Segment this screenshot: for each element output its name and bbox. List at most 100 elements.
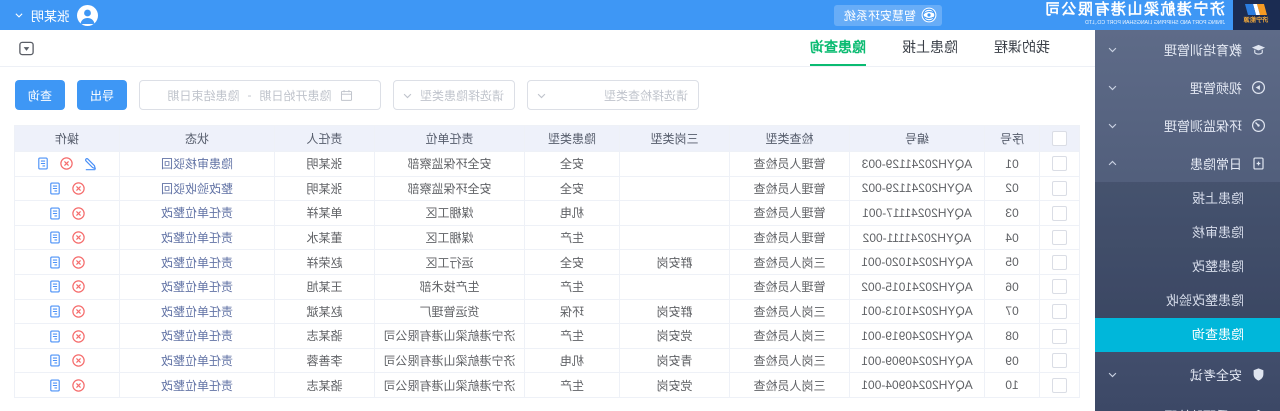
sidebar-item-5[interactable]: 双重预防管理 bbox=[1095, 396, 1280, 411]
detail-icon[interactable] bbox=[48, 329, 62, 344]
detail-icon[interactable] bbox=[48, 181, 62, 196]
row-checkbox[interactable] bbox=[1052, 156, 1067, 171]
topbar-main: 济宁港航梁山港有限公司 JINING PORT AND SHIPPING LIA… bbox=[0, 0, 1233, 30]
sidebar-item-4[interactable]: 安全考试 bbox=[1095, 352, 1280, 396]
unit-cell: 运行工区 bbox=[375, 250, 525, 275]
check-type-cell: 三岗人员检查 bbox=[730, 299, 850, 324]
sidebar-subitem-3-4[interactable]: 隐患查询 bbox=[1095, 318, 1280, 352]
user-menu[interactable]: 张某明 bbox=[14, 5, 98, 26]
column-header: 三岗类型 bbox=[620, 126, 730, 152]
delete-icon[interactable] bbox=[71, 181, 86, 196]
code-cell: AQYH20241015-002 bbox=[850, 274, 985, 299]
sidebar-item-label: 双重预防管理 bbox=[1127, 406, 1242, 411]
detail-icon[interactable] bbox=[48, 206, 62, 221]
check-type-cell: 管理人员检查 bbox=[730, 225, 850, 250]
delete-icon[interactable] bbox=[71, 304, 86, 319]
row-checkbox[interactable] bbox=[1052, 230, 1067, 245]
check-type-placeholder: 请选择检查类型 bbox=[604, 87, 688, 104]
row-checkbox[interactable] bbox=[1052, 329, 1067, 344]
main-content: 我的课程隐患上报隐患查询 请选择检查类型 请选择隐患类型 bbox=[0, 30, 1095, 411]
detail-icon[interactable] bbox=[36, 156, 50, 171]
shield-icon bbox=[1251, 367, 1266, 382]
hazard-type-placeholder: 请选择隐患类型 bbox=[420, 87, 504, 104]
detail-icon[interactable] bbox=[48, 255, 62, 270]
hazard-type-cell: 生产 bbox=[525, 274, 620, 299]
chevron-down-icon bbox=[1107, 82, 1118, 93]
topbar: 济宁能源 济宁港航梁山港有限公司 JINING PORT AND SHIPPIN… bbox=[0, 0, 1280, 30]
edit-icon[interactable] bbox=[83, 156, 98, 171]
sidebar-item-3[interactable]: 日常隐患 bbox=[1095, 144, 1280, 182]
detail-icon[interactable] bbox=[48, 304, 62, 319]
ops-cell bbox=[15, 324, 120, 349]
delete-icon[interactable] bbox=[71, 279, 86, 294]
ops-cell bbox=[15, 225, 120, 250]
row-checkbox[interactable] bbox=[1052, 304, 1067, 319]
table-row-1: 02AQYH20241129-002管理人员检查安全安全环保监察部张某明整改验收… bbox=[15, 176, 1080, 201]
sidebar-subitem-3-1[interactable]: 隐患审核 bbox=[1095, 216, 1280, 250]
row-checkbox-cell bbox=[1040, 348, 1080, 373]
play-circle-icon bbox=[1251, 80, 1266, 95]
delete-icon[interactable] bbox=[71, 255, 86, 270]
sidebar-item-2[interactable]: 环保监测管理 bbox=[1095, 106, 1280, 144]
delete-icon[interactable] bbox=[71, 206, 86, 221]
search-button[interactable]: 查询 bbox=[15, 80, 65, 110]
sidebar-subitem-3-2[interactable]: 隐患整改 bbox=[1095, 250, 1280, 284]
row-checkbox[interactable] bbox=[1052, 279, 1067, 294]
detail-icon[interactable] bbox=[48, 353, 62, 368]
post-type-cell bbox=[620, 201, 730, 226]
tab-1[interactable]: 隐患上报 bbox=[902, 30, 958, 66]
code-cell: AQYH20240909-001 bbox=[850, 348, 985, 373]
detail-icon[interactable] bbox=[48, 378, 62, 393]
sidebar-item-1[interactable]: 视频管理 bbox=[1095, 68, 1280, 106]
sidebar-subitem-3-0[interactable]: 隐患上报 bbox=[1095, 182, 1280, 216]
row-checkbox[interactable] bbox=[1052, 378, 1067, 393]
sidebar-nav: 教育培训管理视频管理环保监测管理日常隐患隐患上报隐患审核隐患整改隐患整改验收隐患… bbox=[1095, 30, 1280, 411]
sidebar-item-label: 环保监测管理 bbox=[1127, 116, 1242, 135]
logo-text: 济宁能源 bbox=[1244, 18, 1269, 24]
row-checkbox[interactable] bbox=[1052, 206, 1067, 221]
chevron-down-icon bbox=[1107, 44, 1118, 55]
delete-icon[interactable] bbox=[71, 353, 86, 368]
date-range-input[interactable]: 隐患开始日期 - 隐患结束日期 bbox=[139, 80, 381, 110]
table-row-0: 01AQYH20241129-003管理人员检查安全安全环保监察部张某明隐患审核… bbox=[15, 152, 1080, 177]
column-header: 检查类型 bbox=[730, 126, 850, 152]
detail-icon[interactable] bbox=[48, 279, 62, 294]
row-checkbox-cell bbox=[1040, 373, 1080, 398]
seq-cell: 08 bbox=[985, 324, 1040, 349]
table-row-2: 03AQYH20241117-001管理人员检查机电煤棚工区单某祥责任单位整改 bbox=[15, 201, 1080, 226]
row-checkbox[interactable] bbox=[1052, 353, 1067, 368]
sidebar-subitem-3-3[interactable]: 隐患整改验收 bbox=[1095, 284, 1280, 318]
date-end-placeholder: 隐患结束日期 bbox=[168, 87, 240, 104]
delete-icon[interactable] bbox=[59, 156, 74, 171]
row-checkbox[interactable] bbox=[1052, 255, 1067, 270]
ops-cell bbox=[15, 250, 120, 275]
delete-icon[interactable] bbox=[71, 329, 86, 344]
hazard-type-cell: 安全 bbox=[525, 250, 620, 275]
ops-cell bbox=[15, 152, 120, 177]
status-cell: 责任单位整改 bbox=[120, 324, 275, 349]
hazard-type-cell: 生产 bbox=[525, 324, 620, 349]
table-row-4: 05AQYH20241020-001三岗人员检查群安岗安全运行工区赵荣祥责任单位… bbox=[15, 250, 1080, 275]
tab-0[interactable]: 我的课程 bbox=[994, 30, 1050, 66]
chevron-up-icon bbox=[1107, 158, 1118, 169]
status-cell: 责任单位整改 bbox=[120, 274, 275, 299]
sidebar-item-0[interactable]: 教育培训管理 bbox=[1095, 30, 1280, 68]
detail-icon[interactable] bbox=[48, 230, 62, 245]
delete-icon[interactable] bbox=[71, 230, 86, 245]
check-type-select[interactable]: 请选择检查类型 bbox=[527, 80, 699, 110]
collapse-panel-button[interactable] bbox=[18, 40, 35, 57]
row-checkbox[interactable] bbox=[1052, 181, 1067, 196]
select-all-checkbox[interactable] bbox=[1052, 131, 1067, 146]
tab-2[interactable]: 隐患查询 bbox=[810, 30, 866, 66]
column-header: 隐患类型 bbox=[525, 126, 620, 152]
table-row-3: 04AQYH20241111-002管理人员检查生产煤棚工区董某水责任单位整改 bbox=[15, 225, 1080, 250]
hazard-type-select[interactable]: 请选择隐患类型 bbox=[393, 80, 515, 110]
system-badge-label: 智慧安环系统 bbox=[844, 7, 916, 24]
post-type-cell: 青安岗 bbox=[620, 348, 730, 373]
export-button[interactable]: 导出 bbox=[77, 80, 127, 110]
row-checkbox-cell bbox=[1040, 152, 1080, 177]
code-cell: AQYH20240904-001 bbox=[850, 373, 985, 398]
delete-icon[interactable] bbox=[71, 378, 86, 393]
check-type-cell: 管理人员检查 bbox=[730, 201, 850, 226]
row-checkbox-cell bbox=[1040, 225, 1080, 250]
